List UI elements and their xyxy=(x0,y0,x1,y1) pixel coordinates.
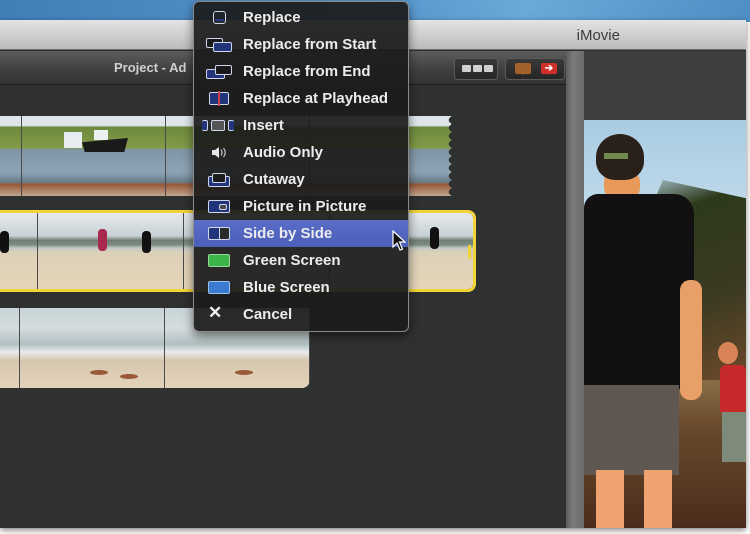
menu-item-label: Audio Only xyxy=(243,144,323,161)
footprint xyxy=(120,374,138,379)
menu-item-label: Replace from End xyxy=(243,63,371,80)
menu-item-side-by-side[interactable]: Side by Side xyxy=(194,220,408,247)
project-title: Project - Ad xyxy=(114,60,187,75)
boy-figure xyxy=(680,280,702,400)
speaker-icon xyxy=(206,145,232,160)
blue-screen-icon xyxy=(206,280,232,295)
thumbnail-square-icon xyxy=(473,65,482,72)
clip-trim-handle[interactable] xyxy=(468,245,471,259)
menu-item-replace-from-end[interactable]: Replace from End xyxy=(194,58,408,85)
clip-end-edge xyxy=(446,116,452,196)
cutaway-icon xyxy=(206,172,232,187)
menu-item-label: Cutaway xyxy=(243,171,305,188)
menu-item-label: Green Screen xyxy=(243,252,341,269)
clip-frame xyxy=(20,308,165,388)
viewer-pane xyxy=(584,51,746,528)
menu-item-insert[interactable]: Insert xyxy=(194,112,408,139)
child-figure xyxy=(722,412,746,462)
menu-item-label: Cancel xyxy=(243,306,293,323)
child-figure xyxy=(720,365,746,415)
chapter-marker-icon[interactable]: ➔ xyxy=(541,63,557,75)
boy-figure xyxy=(584,385,679,475)
clip-frame xyxy=(0,308,20,388)
menu-item-blue-screen[interactable]: Blue Screen xyxy=(194,274,408,301)
boat-image xyxy=(64,132,82,148)
clip-frame xyxy=(38,213,184,289)
drop-action-menu: Replace Replace from Start Replace from … xyxy=(193,1,409,332)
menu-item-label: Blue Screen xyxy=(243,279,330,296)
menu-item-label: Picture in Picture xyxy=(243,198,367,215)
green-screen-icon xyxy=(206,253,232,268)
boy-figure xyxy=(604,153,628,159)
mouse-pointer-icon xyxy=(392,230,406,251)
boy-figure xyxy=(584,194,694,389)
person-figure xyxy=(142,231,151,253)
child-figure xyxy=(718,342,738,364)
menu-item-label: Replace from Start xyxy=(243,36,377,53)
menu-item-audio-only[interactable]: Audio Only xyxy=(194,139,408,166)
boat-image xyxy=(82,138,128,152)
menu-item-label: Replace at Playhead xyxy=(243,90,389,107)
comment-marker-icon[interactable] xyxy=(515,63,531,75)
clip-frame xyxy=(0,116,22,196)
thumbnail-square-icon xyxy=(484,65,493,72)
boat-image xyxy=(94,130,108,140)
menu-item-replace[interactable]: Replace xyxy=(194,4,408,31)
replace-icon xyxy=(206,10,232,25)
thumbnail-square-icon xyxy=(462,65,471,72)
person-figure xyxy=(98,229,107,251)
clip-frame xyxy=(0,213,38,289)
replace-at-playhead-icon xyxy=(206,91,232,106)
person-figure xyxy=(0,231,9,253)
pane-divider-scrollbar[interactable] xyxy=(566,51,584,528)
replace-from-end-icon xyxy=(206,64,232,79)
menu-item-cancel[interactable]: ✕ Cancel xyxy=(194,301,408,328)
insert-icon xyxy=(202,118,234,133)
boy-figure xyxy=(644,470,672,528)
replace-from-start-icon xyxy=(206,37,232,52)
menu-item-picture-in-picture[interactable]: Picture in Picture xyxy=(194,193,408,220)
marker-buttons: ➔ xyxy=(505,58,565,80)
menu-item-replace-from-start[interactable]: Replace from Start xyxy=(194,31,408,58)
footprint xyxy=(90,370,108,375)
close-icon: ✕ xyxy=(208,303,223,322)
person-figure xyxy=(430,227,439,249)
menu-item-cutaway[interactable]: Cutaway xyxy=(194,166,408,193)
viewer-video-frame xyxy=(584,120,746,528)
menu-item-green-screen[interactable]: Green Screen xyxy=(194,247,408,274)
menu-item-label: Insert xyxy=(243,117,284,134)
side-by-side-icon xyxy=(206,226,232,241)
menu-item-label: Side by Side xyxy=(243,225,333,242)
boy-figure xyxy=(596,470,624,528)
picture-in-picture-icon xyxy=(206,199,232,214)
menu-item-label: Replace xyxy=(243,9,301,26)
clip-frame xyxy=(22,116,166,196)
footprint xyxy=(235,370,253,375)
menu-item-replace-at-playhead[interactable]: Replace at Playhead xyxy=(194,85,408,112)
thumbnail-size-button[interactable] xyxy=(454,58,498,80)
